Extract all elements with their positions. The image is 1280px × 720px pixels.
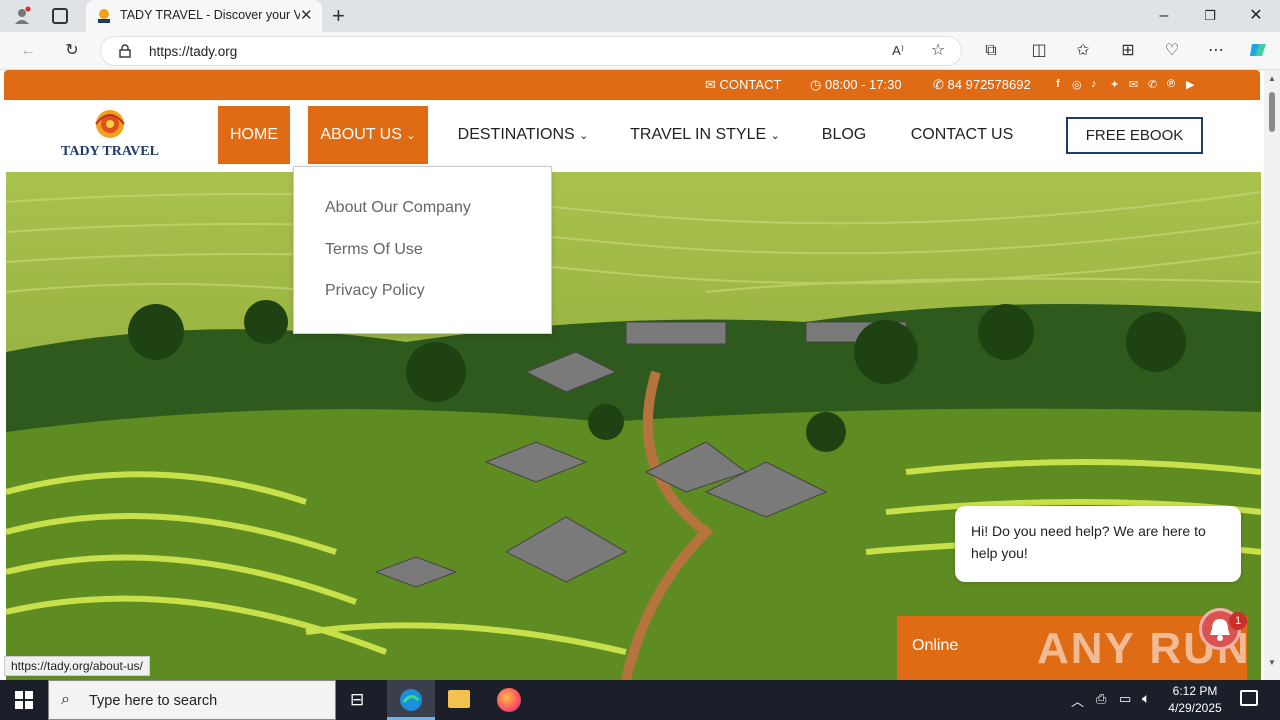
contact-link[interactable]: ✉ CONTACT bbox=[705, 77, 781, 93]
search-icon: ⌕ bbox=[61, 691, 70, 708]
scroll-down-icon[interactable]: ▼ bbox=[1268, 658, 1276, 667]
contact-label: CONTACT bbox=[719, 77, 782, 92]
task-view-icon[interactable]: ⊟ bbox=[350, 690, 364, 710]
nav-home[interactable]: HOME bbox=[218, 106, 290, 164]
split-screen-icon[interactable]: ◫ bbox=[1028, 40, 1050, 62]
tray-chevron-icon[interactable]: ︿ bbox=[1071, 691, 1084, 710]
url-text[interactable]: https://tady.org bbox=[149, 44, 237, 59]
lock-icon[interactable] bbox=[119, 44, 131, 58]
chevron-down-icon: ⌄ bbox=[406, 130, 416, 142]
site-logo[interactable]: TADY TRAVEL bbox=[60, 104, 160, 162]
status-bar-url: https://tady.org/about-us/ bbox=[4, 656, 150, 676]
nav-blog[interactable]: BLOG bbox=[819, 106, 869, 164]
instagram-icon[interactable]: ◎ bbox=[1072, 78, 1082, 91]
nav-travel-in-style[interactable]: TRAVEL IN STYLE ⌄ bbox=[628, 106, 782, 164]
extensions-icon[interactable]: ⧉ bbox=[980, 40, 1002, 62]
logo-sun-icon bbox=[95, 110, 125, 138]
firefox-icon[interactable] bbox=[497, 688, 521, 712]
tab-close-icon[interactable]: ✕ bbox=[300, 6, 313, 24]
chat-widget-bar[interactable]: Online ANY RUN 1 bbox=[897, 608, 1249, 680]
phone-label: 84 972578692 bbox=[947, 77, 1031, 92]
hero-image bbox=[6, 172, 1261, 680]
minimize-icon[interactable]: – bbox=[1154, 6, 1174, 26]
nav-about-us-label: ABOUT US bbox=[320, 126, 402, 143]
read-aloud-icon[interactable]: A⁾ bbox=[887, 40, 909, 62]
hours-label: 08:00 - 17:30 bbox=[824, 77, 902, 92]
logo-text: TADY TRAVEL bbox=[61, 144, 159, 159]
restore-icon[interactable]: ❐ bbox=[1200, 6, 1220, 26]
dropdown-item-about-company[interactable]: About Our Company bbox=[325, 199, 471, 217]
page-viewport: ✉ CONTACT ◷ 08:00 - 17:30 ✆ 84 972578692… bbox=[0, 70, 1280, 680]
clock-icon: ◷ bbox=[810, 77, 822, 92]
network-icon[interactable]: ▭ bbox=[1119, 691, 1131, 707]
browser-toolbar: ← ↻ https://tady.org A⁾ ☆ ⧉ ◫ ✩ ⊞ ♡ ⋯ bbox=[0, 32, 1280, 70]
phone-icon: ✆ bbox=[933, 77, 944, 92]
copilot-icon[interactable] bbox=[1247, 40, 1269, 62]
chat-message[interactable]: Hi! Do you need help? We are here to hel… bbox=[955, 506, 1241, 582]
back-icon[interactable]: ← bbox=[17, 40, 39, 62]
profile-avatar-icon[interactable] bbox=[12, 6, 32, 26]
pinterest-icon[interactable]: ℗ bbox=[1167, 78, 1175, 90]
dropdown-item-privacy[interactable]: Privacy Policy bbox=[325, 282, 425, 300]
search-placeholder: Type here to search bbox=[89, 693, 218, 709]
youtube-icon[interactable]: ▶ bbox=[1186, 78, 1194, 91]
nav-destinations[interactable]: DESTINATIONS ⌄ bbox=[456, 106, 590, 164]
nav-destinations-label: DESTINATIONS bbox=[457, 126, 575, 143]
collections-icon[interactable]: ⊞ bbox=[1117, 40, 1139, 62]
page-scrollbar[interactable]: ▲ ▼ bbox=[1264, 70, 1280, 680]
close-window-icon[interactable]: ✕ bbox=[1246, 6, 1266, 26]
address-bar[interactable]: https://tady.org A⁾ ☆ bbox=[100, 36, 962, 66]
favorite-star-icon[interactable]: ☆ bbox=[927, 40, 949, 62]
notifications-icon[interactable] bbox=[1240, 690, 1258, 706]
twitter-icon[interactable]: ✦ bbox=[1110, 78, 1119, 91]
favorites-icon[interactable]: ✩ bbox=[1072, 40, 1094, 62]
scroll-up-icon[interactable]: ▲ bbox=[1268, 74, 1276, 83]
clock-time: 6:12 PM bbox=[1172, 684, 1218, 698]
about-us-dropdown: About Our Company Terms Of Use Privacy P… bbox=[293, 166, 552, 334]
volume-icon[interactable]: 🔈︎ bbox=[1142, 690, 1150, 707]
chat-badge: 1 bbox=[1229, 612, 1247, 630]
whatsapp-icon[interactable]: ✆ bbox=[1148, 78, 1157, 91]
tiktok-icon[interactable]: ♪ bbox=[1091, 78, 1097, 90]
chevron-down-icon: ⌄ bbox=[579, 130, 589, 142]
clock-date: 4/29/2025 bbox=[1168, 701, 1222, 715]
new-tab-icon[interactable]: + bbox=[332, 3, 345, 29]
envelope-icon: ✉ bbox=[705, 77, 716, 92]
dropdown-item-terms[interactable]: Terms Of Use bbox=[325, 241, 423, 259]
phone-link[interactable]: ✆ 84 972578692 bbox=[933, 77, 1031, 93]
free-ebook-button[interactable]: FREE EBOOK bbox=[1066, 117, 1203, 154]
tab-favicon-icon bbox=[96, 8, 112, 24]
nav-about-us[interactable]: ABOUT US ⌄ bbox=[308, 106, 428, 164]
taskbar-search[interactable]: ⌕ Type here to search bbox=[48, 680, 336, 720]
chat-status: Online bbox=[912, 637, 959, 654]
email-icon[interactable]: ✉ bbox=[1129, 78, 1138, 91]
browser-tab-bar: TADY TRAVEL - Discover your Vie ✕ + – ❐ … bbox=[0, 0, 1280, 32]
windows-start-icon[interactable] bbox=[15, 691, 33, 709]
site-topbar: ✉ CONTACT ◷ 08:00 - 17:30 ✆ 84 972578692… bbox=[4, 70, 1260, 100]
workspaces-icon[interactable] bbox=[52, 8, 68, 24]
nav-travel-in-style-label: TRAVEL IN STYLE bbox=[630, 126, 767, 143]
system-clock[interactable]: 6:12 PM 4/29/2025 bbox=[1160, 683, 1230, 717]
windows-taskbar: ⌕ Type here to search ⊟ ︿ ⎙ ▭ 🔈︎ 6:12 PM… bbox=[0, 680, 1280, 720]
chevron-down-icon: ⌄ bbox=[770, 130, 780, 142]
file-explorer-icon[interactable] bbox=[448, 690, 470, 708]
tab-title: TADY TRAVEL - Discover your Vie bbox=[120, 8, 300, 22]
edge-taskbar-icon[interactable] bbox=[387, 680, 435, 720]
nav-contact-us[interactable]: CONTACT US bbox=[907, 106, 1017, 164]
site-header: TADY TRAVEL HOME ABOUT US ⌄ DESTINATIONS… bbox=[4, 100, 1260, 172]
tray-device-icon[interactable]: ⎙ bbox=[1096, 691, 1106, 707]
browser-essentials-icon[interactable]: ♡ bbox=[1161, 40, 1183, 62]
facebook-icon[interactable]: f bbox=[1056, 78, 1060, 90]
scroll-thumb[interactable] bbox=[1269, 92, 1275, 132]
refresh-icon[interactable]: ↻ bbox=[61, 40, 83, 62]
hours-text: ◷ 08:00 - 17:30 bbox=[810, 77, 902, 93]
browser-tab-active[interactable]: TADY TRAVEL - Discover your Vie ✕ bbox=[86, 0, 322, 32]
settings-more-icon[interactable]: ⋯ bbox=[1205, 40, 1227, 62]
